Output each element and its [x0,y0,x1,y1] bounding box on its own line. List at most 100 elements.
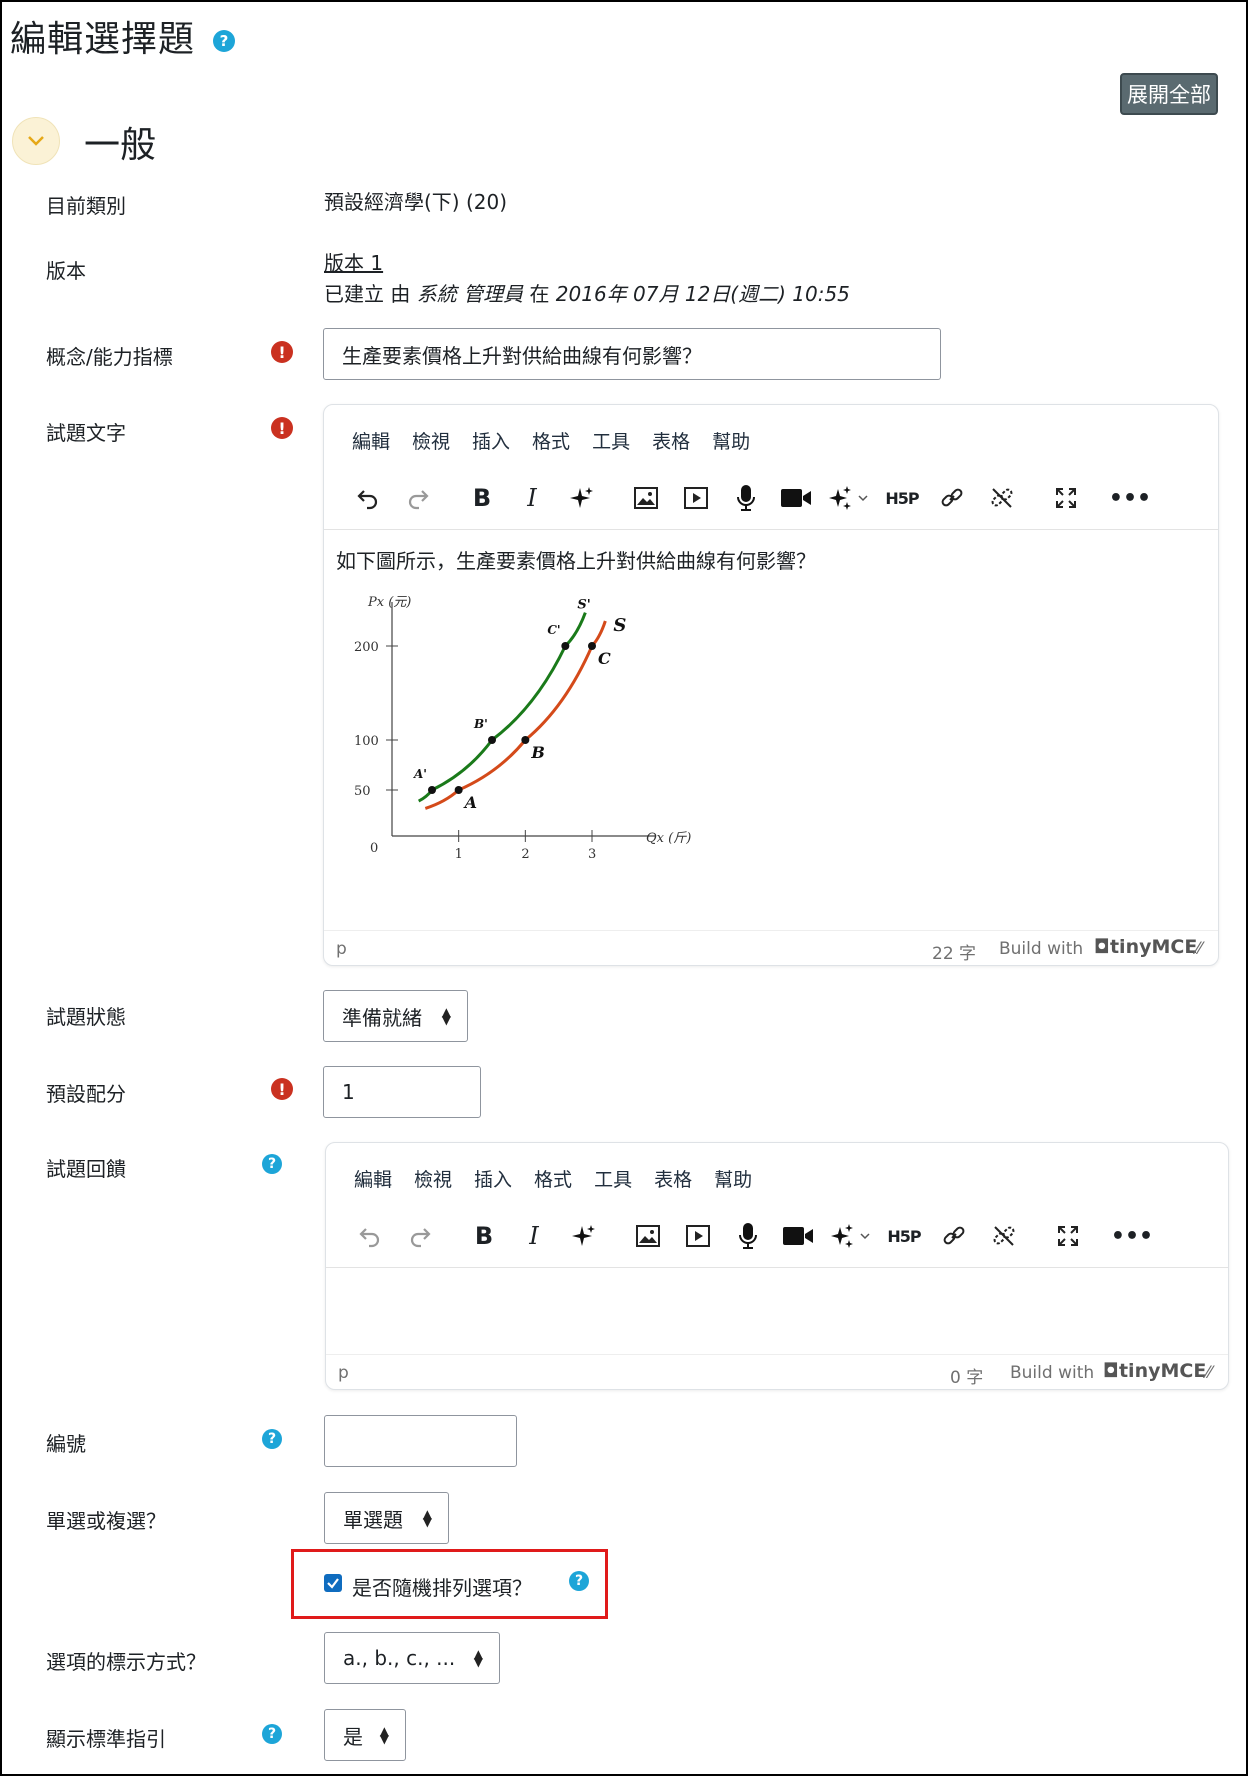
data-point [561,642,570,650]
category-value: 預設經濟學(下) (20) [324,190,508,214]
data-point [428,786,436,794]
data-point [521,736,530,744]
tinymce-logo[interactable]: ◘tinyMCE [1094,936,1197,958]
show-instructions-label: 顯示標準指引 [46,1727,166,1751]
menu-help[interactable]: 幫助 [712,427,750,454]
menu-edit[interactable]: 編輯 [352,427,390,454]
unlink-icon[interactable] [982,478,1022,518]
more-icon[interactable]: ••• [1109,478,1151,518]
feedback-content-area[interactable] [338,1275,1208,1345]
feedback-editor[interactable]: 編輯 檢視 插入 格式 工具 表格 幫助 B I H5P ••• p 0 字 B… [325,1142,1229,1390]
fullscreen-icon[interactable] [1048,1216,1088,1256]
video-icon[interactable] [778,1216,818,1256]
help-icon[interactable]: ? [569,1571,589,1591]
undo-icon[interactable] [348,478,388,518]
y-tick-label: 100 [354,734,379,749]
question-text-editor[interactable]: 編輯 檢視 插入 格式 工具 表格 幫助 B I H5P ••• 如下圖所示，生… [323,404,1219,966]
default-mark-input[interactable]: 1 [323,1066,481,1118]
build-with-text: Build with [1010,1363,1095,1383]
menu-tools[interactable]: 工具 [594,1165,632,1192]
numbering-label: 選項的標示方式？ [46,1650,206,1674]
page-title: 編輯選擇題 ? [10,10,236,62]
unlink-icon[interactable] [984,1216,1024,1256]
media-icon[interactable] [678,1216,718,1256]
image-icon[interactable] [626,478,666,518]
menu-format[interactable]: 格式 [534,1165,572,1192]
menu-view[interactable]: 檢視 [412,427,450,454]
ai-magic-icon[interactable] [828,1216,874,1256]
menu-help[interactable]: 幫助 [714,1165,752,1192]
menu-table[interactable]: 表格 [652,427,690,454]
word-count[interactable]: 22 字 [932,939,976,964]
checkmark-icon [327,1578,339,1589]
single-select[interactable]: 單選題 ▲ ▼ [324,1492,449,1544]
more-icon[interactable]: ••• [1111,1216,1153,1256]
bold-icon[interactable]: B [464,1216,504,1256]
chevron-down-icon [28,136,44,146]
microphone-icon[interactable] [728,1216,768,1256]
resize-handle-icon[interactable]: ⁄⁄ [1196,939,1202,959]
fullscreen-icon[interactable] [1046,478,1086,518]
question-text-label: 試題文字 [46,421,126,445]
required-icon: ! [271,341,293,363]
editor-toolbar: B I H5P ••• [350,1216,1162,1256]
menu-tools[interactable]: 工具 [592,427,630,454]
section-title: 一般 [84,125,157,166]
help-icon[interactable]: ? [262,1724,282,1744]
build-with-text: Build with [999,939,1084,959]
ai-sparkle-icon[interactable] [564,1216,604,1256]
h5p-icon[interactable]: H5P [882,478,922,518]
link-icon[interactable] [934,1216,974,1256]
link-icon[interactable] [932,478,972,518]
help-icon[interactable]: ? [262,1154,282,1174]
help-icon[interactable]: ? [262,1429,282,1449]
word-count[interactable]: 0 字 [950,1363,983,1388]
element-path: p [336,939,347,959]
media-icon[interactable] [676,478,716,518]
help-icon[interactable]: ? [213,30,236,52]
ai-sparkle-icon[interactable] [562,478,602,518]
undo-icon[interactable] [350,1216,390,1256]
point-label: C [598,649,611,668]
concept-input[interactable]: 生產要素價格上升對供給曲線有何影響？ [323,328,941,380]
ai-magic-icon[interactable] [826,478,872,518]
redo-icon[interactable] [400,1216,440,1256]
italic-icon[interactable]: I [512,478,552,518]
menu-view[interactable]: 檢視 [414,1165,452,1192]
resize-handle-icon[interactable]: ⁄⁄ [1206,1363,1212,1383]
created-prefix: 已建立 由 [324,282,411,306]
section-collapse-toggle[interactable] [12,117,60,165]
toolbar-divider [326,1267,1228,1268]
bold-icon[interactable]: B [462,478,502,518]
expand-all-button[interactable]: 展開全部 [1120,73,1218,115]
show-instructions-select[interactable]: 是 ▲ ▼ [324,1709,406,1761]
h5p-icon[interactable]: H5P [884,1216,924,1256]
curve-label: S [613,615,626,636]
id-number-input[interactable] [324,1415,517,1467]
image-icon[interactable] [628,1216,668,1256]
id-number-label: 編號 [46,1432,86,1456]
shuffle-label[interactable]: 是否隨機排列選項？ [352,1572,532,1601]
tinymce-logo[interactable]: ◘tinyMCE [1103,1360,1206,1382]
video-icon[interactable] [776,478,816,518]
menu-edit[interactable]: 編輯 [354,1165,392,1192]
tinymce-brand: tinyMCE [1118,1360,1207,1382]
menu-insert[interactable]: 插入 [474,1165,512,1192]
menu-table[interactable]: 表格 [654,1165,692,1192]
version-label: 版本 [46,259,86,283]
created-mid: 在 [529,282,550,306]
y-tick-label: 200 [354,640,379,655]
italic-icon[interactable]: I [514,1216,554,1256]
status-select[interactable]: 準備就緒 ▲ ▼ [323,990,468,1042]
x-axis-label: Qx (斤) [646,831,691,846]
select-caret-icon: ▲ ▼ [422,1507,432,1529]
menu-insert[interactable]: 插入 [472,427,510,454]
version-link[interactable]: 版本 1 [324,247,383,276]
numbering-select[interactable]: a., b., c., ... ▲ ▼ [324,1632,500,1684]
numbering-value: a., b., c., ... [343,1646,456,1670]
shuffle-checkbox[interactable] [324,1574,342,1592]
x-tick-label: 1 [455,847,463,862]
redo-icon[interactable] [398,478,438,518]
microphone-icon[interactable] [726,478,766,518]
menu-format[interactable]: 格式 [532,427,570,454]
